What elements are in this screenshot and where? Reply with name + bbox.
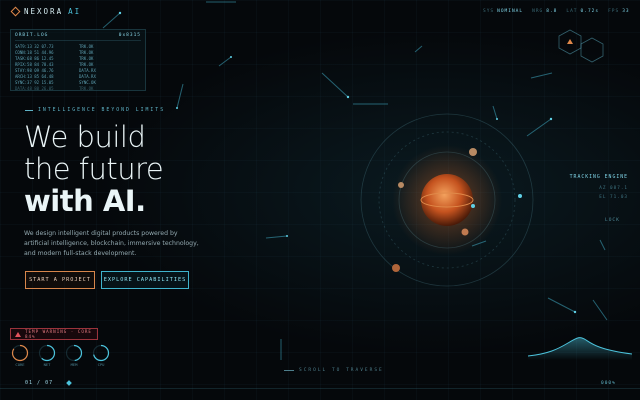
slide-pager[interactable]: 01 / 07 (25, 380, 72, 386)
bottom-divider (0, 388, 640, 389)
status-item: LAT 0.72s (566, 9, 600, 14)
pager-count: 01 / 07 (25, 380, 54, 386)
pager-dot-icon[interactable] (66, 380, 72, 386)
brand-logo[interactable]: NEXORA AI (10, 6, 82, 17)
tracking-azimuth: AZ 087.1 (599, 186, 628, 191)
status-bar: SYS NOMINAL NRG 8.8 LAT 0.72s FPS 33 (483, 9, 630, 14)
warning-icon (15, 331, 21, 337)
hero-line-1: We build (24, 120, 146, 154)
moon (518, 194, 522, 198)
warning-text: TEMP WARNING · CORE 84% (25, 329, 92, 339)
tracking-engine-panel: TRACKING ENGINE AZ 087.1 EL 71.03 (566, 175, 628, 200)
core-planet (421, 174, 473, 226)
orbit-log-panel: ORBIT.LOG 0x8315 SAT9:13 32 07.73 TRK.OK C… (10, 29, 146, 91)
gauge-label: MEM (70, 362, 78, 367)
hero-line-3: with AI. (24, 184, 146, 218)
scroll-hint[interactable]: SCROLL TO TRAVERSE (284, 368, 384, 373)
hero-description: We design intelligent digital products p… (24, 230, 199, 257)
explore-capabilities-button[interactable]: EXPLORE CAPABILITIES (101, 271, 189, 289)
log-row: DATA:48 80 26.05 TRK.OK (15, 86, 141, 92)
orbit-log-title: ORBIT.LOG (15, 33, 49, 38)
orbit-log-rows: SAT9:13 32 07.73 TRK.OK CONN:18 51 44.96 TR… (15, 44, 141, 92)
tagline-text: INTELLIGENCE BEYOND LIMITS (38, 108, 166, 113)
logo-icon (10, 6, 21, 17)
log-time: DATA:48 80 26.05 (15, 86, 54, 91)
scroll-rule (284, 370, 294, 371)
gauge-label: CORE (15, 362, 25, 367)
progress-percent: 000% (601, 381, 616, 386)
moon (461, 228, 469, 236)
moon (469, 148, 477, 156)
orbital-system-graphic (360, 113, 534, 287)
tracking-title: TRACKING ENGINE (569, 175, 628, 180)
gauge-core: CORE (11, 344, 29, 367)
waveform-graphic (528, 337, 632, 360)
hero-line-2: the future (24, 152, 164, 186)
temperature-warning-badge: TEMP WARNING · CORE 84% (10, 328, 98, 340)
tagline-rule (25, 110, 33, 111)
brand-name: NEXORA (24, 7, 64, 16)
moon (392, 264, 400, 272)
hero-tagline: INTELLIGENCE BEYOND LIMITS (25, 108, 165, 113)
gauge-label: NET (43, 362, 51, 367)
status-item: NRG 8.8 (532, 9, 558, 14)
moon (398, 182, 404, 188)
log-status: TRK.OK (79, 86, 94, 91)
scroll-hint-text: SCROLL TO TRAVERSE (299, 368, 384, 373)
moon (471, 204, 475, 208)
lock-indicator: LOCK (605, 218, 620, 223)
orbit-log-code: 0x8315 (118, 33, 141, 38)
gauge-cpu: CPU (92, 344, 110, 367)
brand-suffix: AI (68, 7, 82, 16)
gauge-mem: MEM (65, 344, 83, 367)
hero-heading: We build the future with AI. (24, 120, 164, 218)
gauge-label: CPU (97, 362, 105, 367)
tracking-elevation: EL 71.03 (599, 195, 628, 200)
status-item: SYS NOMINAL (483, 9, 524, 14)
start-project-button[interactable]: START A PROJECT (25, 271, 95, 289)
hex-cluster-graphic (558, 29, 604, 63)
status-item: FPS 33 (608, 9, 630, 14)
gauge-net: NET (38, 344, 56, 367)
orbit-log-header: ORBIT.LOG 0x8315 (15, 33, 141, 41)
